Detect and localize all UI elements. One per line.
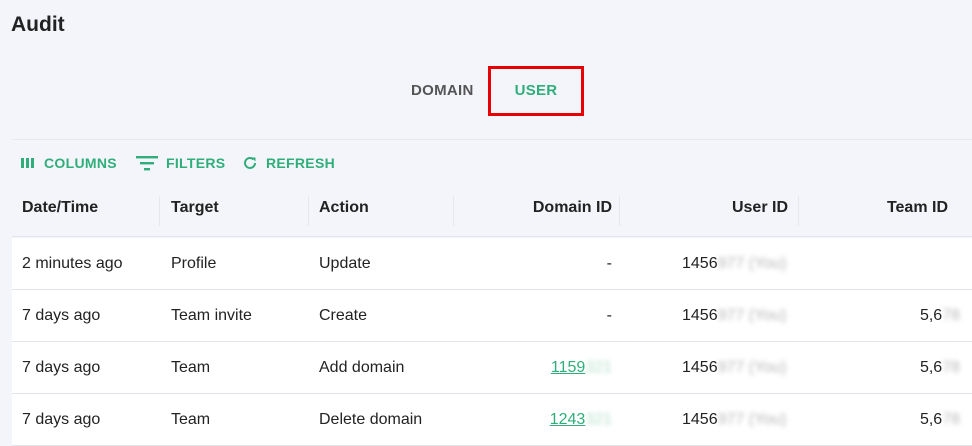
redacted-team-id: 78 <box>942 411 960 428</box>
column-header-datetime[interactable]: Date/Time <box>22 188 98 236</box>
filter-icon <box>136 156 158 171</box>
cell-team-id: 5,678 <box>920 342 960 393</box>
cell-action: Delete domain <box>319 411 423 428</box>
column-separator[interactable] <box>798 196 799 226</box>
redacted-user-id: 977 (You) <box>717 307 787 324</box>
redacted-domain-id: 321 <box>585 411 612 428</box>
cell-user-id: 1456977 (You) <box>682 394 786 445</box>
table-row[interactable]: 7 days ago Team Delete domain 1243321 14… <box>12 394 972 446</box>
refresh-label: REFRESH <box>266 155 335 171</box>
user-id-value: 1456 <box>682 359 718 376</box>
audit-page: Audit DOMAIN USER COLUMNS FILTERS REFRES… <box>0 0 972 446</box>
team-id-value: 5,6 <box>919 359 943 376</box>
tab-domain[interactable]: DOMAIN <box>411 66 474 116</box>
cell-datetime: 7 days ago <box>22 411 101 428</box>
user-id-value: 1456 <box>682 307 718 324</box>
cell-datetime: 7 days ago <box>22 359 101 376</box>
domain-id-link[interactable]: 1159 <box>551 359 585 376</box>
cell-target: Team <box>171 359 211 376</box>
refresh-icon <box>244 156 256 169</box>
user-id-value: 1456 <box>682 411 718 428</box>
tab-bar: DOMAIN USER <box>0 66 972 116</box>
domain-id-link[interactable]: 1243 <box>550 411 586 428</box>
column-header-user-id[interactable]: User ID <box>732 188 788 236</box>
cell-domain-id: 1243321 <box>550 394 612 445</box>
cell-team-id: 5,678 <box>920 394 960 445</box>
table-row[interactable]: 7 days ago Team Add domain 1159321 14569… <box>12 342 972 394</box>
cell-action: Update <box>319 255 371 272</box>
team-id-value: 5,6 <box>919 307 943 324</box>
columns-button[interactable]: COLUMNS <box>20 154 117 172</box>
table-row[interactable]: 7 days ago Team invite Create - 1456977 … <box>12 290 972 342</box>
redacted-team-id: 78 <box>942 359 960 376</box>
team-id-value: 5,6 <box>919 411 943 428</box>
grid-toolbar: COLUMNS FILTERS REFRESH <box>12 140 972 186</box>
page-title: Audit <box>11 13 65 36</box>
audit-grid: COLUMNS FILTERS REFRESH Date/Time Target… <box>12 139 972 446</box>
cell-target: Team invite <box>171 307 252 324</box>
table-header: Date/Time Target Action Domain ID User I… <box>12 188 972 237</box>
redacted-team-id: 78 <box>942 307 960 324</box>
column-header-team-id[interactable]: Team ID <box>887 188 948 236</box>
column-separator[interactable] <box>159 196 160 226</box>
cell-target: Team <box>171 411 211 428</box>
cell-team-id: 5,678 <box>920 290 960 341</box>
cell-action: Add domain <box>319 359 405 376</box>
cell-datetime: 2 minutes ago <box>22 255 123 272</box>
column-header-action[interactable]: Action <box>319 188 369 236</box>
user-id-value: 1456 <box>682 255 718 272</box>
redacted-domain-id: 321 <box>585 359 612 376</box>
cell-domain-id: - <box>606 307 612 324</box>
column-separator[interactable] <box>453 196 454 226</box>
column-header-target[interactable]: Target <box>171 188 219 236</box>
column-header-domain-id[interactable]: Domain ID <box>533 188 612 236</box>
tab-user[interactable]: USER <box>488 66 584 116</box>
column-separator[interactable] <box>308 196 309 226</box>
column-separator[interactable] <box>619 196 620 226</box>
table-row[interactable]: 2 minutes ago Profile Update - 1456977 (… <box>12 238 972 290</box>
filters-label: FILTERS <box>166 155 226 171</box>
redacted-user-id: 977 (You) <box>717 359 787 376</box>
cell-datetime: 7 days ago <box>22 307 101 324</box>
cell-user-id: 1456977 (You) <box>682 290 786 341</box>
cell-domain-id: - <box>606 255 612 272</box>
cell-domain-id: 1159321 <box>551 342 612 393</box>
cell-action: Create <box>319 307 368 324</box>
filters-button[interactable]: FILTERS <box>136 154 225 172</box>
cell-user-id: 1456977 (You) <box>682 342 786 393</box>
redacted-user-id: 977 (You) <box>717 411 787 428</box>
refresh-button[interactable]: REFRESH <box>242 154 335 172</box>
columns-label: COLUMNS <box>44 155 117 171</box>
columns-icon <box>21 158 34 168</box>
redacted-user-id: 977 (You) <box>717 255 787 272</box>
cell-user-id: 1456977 (You) <box>682 238 786 289</box>
cell-target: Profile <box>171 255 217 272</box>
